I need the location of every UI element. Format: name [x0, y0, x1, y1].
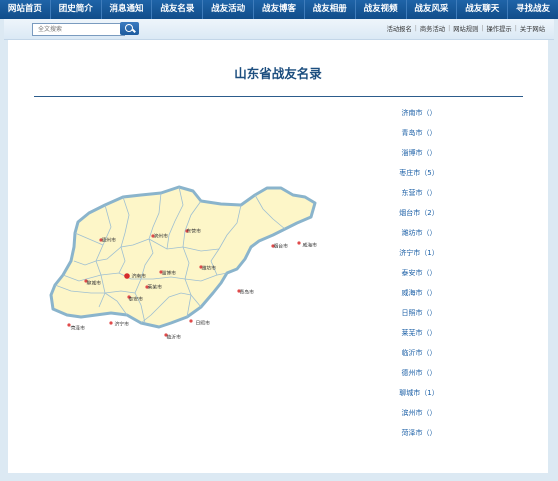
nav-item-notices[interactable]: 消息通知 — [102, 0, 153, 19]
nav-item-activities[interactable]: 战友活动 — [203, 0, 255, 19]
map-city-label[interactable]: 莱芜市 — [148, 284, 163, 291]
city-link-zaozhuang[interactable]: 枣庄市（5） — [384, 168, 454, 178]
nav-item-video[interactable]: 战友视频 — [356, 0, 407, 19]
map-city-label[interactable]: 临沂市 — [167, 334, 182, 341]
nav-item-style[interactable]: 战友风采 — [407, 0, 458, 19]
link-help[interactable]: 操作提示 — [487, 24, 512, 33]
city-link-weihai[interactable]: 威海市（） — [384, 288, 454, 298]
map-city-label[interactable]: 淄博市 — [162, 270, 177, 277]
link-separator: | — [481, 25, 484, 32]
province-shape — [49, 185, 317, 329]
search-bar: 活动报名 | 商务活动 | 网站规则 | 操作提示 | 关于网站 — [4, 19, 554, 40]
city-dot — [189, 319, 193, 323]
city-dot — [297, 241, 301, 245]
search-button[interactable] — [120, 22, 139, 35]
link-about[interactable]: 关于网站 — [520, 24, 545, 33]
search-icon — [125, 24, 133, 32]
top-nav: 网站首页 团史简介 消息通知 战友名录 战友活动 战友博客 战友相册 战友视频 … — [0, 0, 558, 19]
city-link-rizhao[interactable]: 日照市（） — [384, 308, 454, 318]
map-city-label[interactable]: 德州市 — [102, 237, 117, 244]
city-link-taian[interactable]: 泰安市（） — [384, 268, 454, 278]
map-city-label[interactable]: 聊城市 — [87, 280, 102, 287]
page-title: 山东省战友名录 — [234, 66, 322, 81]
link-separator: | — [514, 25, 517, 32]
map-city-label[interactable]: 东营市 — [187, 228, 202, 235]
map-city-label[interactable]: 青岛市 — [240, 289, 255, 296]
nav-item-chat[interactable]: 战友聊天 — [457, 0, 509, 19]
map-city-label[interactable]: 菏泽市 — [71, 325, 86, 332]
shandong-map[interactable]: 德州市 滨州市 东营市烟台市 威海市聊城市 济南市 淄博市 潍坊市莱芜市泰安市 青岛市菏泽市 济… — [41, 175, 321, 340]
city-link-binzhou[interactable]: 滨州市（） — [384, 408, 454, 418]
city-link-dezhou[interactable]: 德州市（） — [384, 368, 454, 378]
city-link-qingdao[interactable]: 青岛市（） — [384, 128, 454, 138]
city-link-laiwu[interactable]: 莱芜市（） — [384, 328, 454, 338]
city-link-liaocheng[interactable]: 聊城市（1） — [384, 388, 454, 398]
nav-item-history[interactable]: 团史简介 — [51, 0, 102, 19]
map-city-label[interactable]: 滨州市 — [154, 233, 169, 240]
city-link-yantai[interactable]: 烟台市（2） — [384, 208, 454, 218]
link-separator: | — [448, 25, 451, 32]
city-link-linyi[interactable]: 临沂市（） — [384, 348, 454, 358]
city-link-zibo[interactable]: 淄博市（） — [384, 148, 454, 158]
link-business[interactable]: 商务活动 — [420, 24, 445, 33]
city-dot — [109, 321, 113, 325]
nav-item-album[interactable]: 战友相册 — [305, 0, 356, 19]
map-city-label[interactable]: 威海市 — [303, 242, 318, 249]
city-link-jining[interactable]: 济宁市（1） — [384, 248, 454, 258]
city-link-dongying[interactable]: 东营市（） — [384, 188, 454, 198]
link-rules[interactable]: 网站规则 — [453, 24, 478, 33]
map-city-label[interactable]: 济南市 — [132, 273, 147, 280]
nav-item-home[interactable]: 网站首页 — [0, 0, 51, 19]
search-input[interactable] — [32, 23, 125, 36]
link-separator: | — [414, 25, 417, 32]
nav-item-directory[interactable]: 战友名录 — [152, 0, 204, 19]
title-divider — [34, 96, 523, 97]
map-city-label[interactable]: 日照市 — [196, 320, 211, 327]
map-city-label[interactable]: 潍坊市 — [202, 265, 217, 272]
main-content: 山东省战友名录 德州市 滨州市 东营市 烟台市 威海市 聊城市 济南市 淄博市 … — [8, 40, 548, 473]
top-links: 活动报名 | 商务活动 | 网站规则 | 操作提示 | 关于网站 — [387, 24, 545, 33]
link-signup[interactable]: 活动报名 — [387, 24, 412, 33]
nav-item-find[interactable]: 寻找战友 — [508, 0, 558, 19]
nav-item-blog[interactable]: 战友博客 — [254, 0, 305, 19]
map-city-label[interactable]: 泰安市 — [129, 296, 144, 303]
city-dot — [124, 273, 130, 279]
city-link-weifang[interactable]: 潍坊市（） — [384, 228, 454, 238]
map-city-label[interactable]: 烟台市 — [274, 243, 289, 250]
city-link-jinan[interactable]: 济南市（） — [384, 108, 454, 118]
map-city-label[interactable]: 济宁市 — [115, 321, 130, 328]
city-link-heze[interactable]: 菏泽市（） — [384, 428, 454, 438]
